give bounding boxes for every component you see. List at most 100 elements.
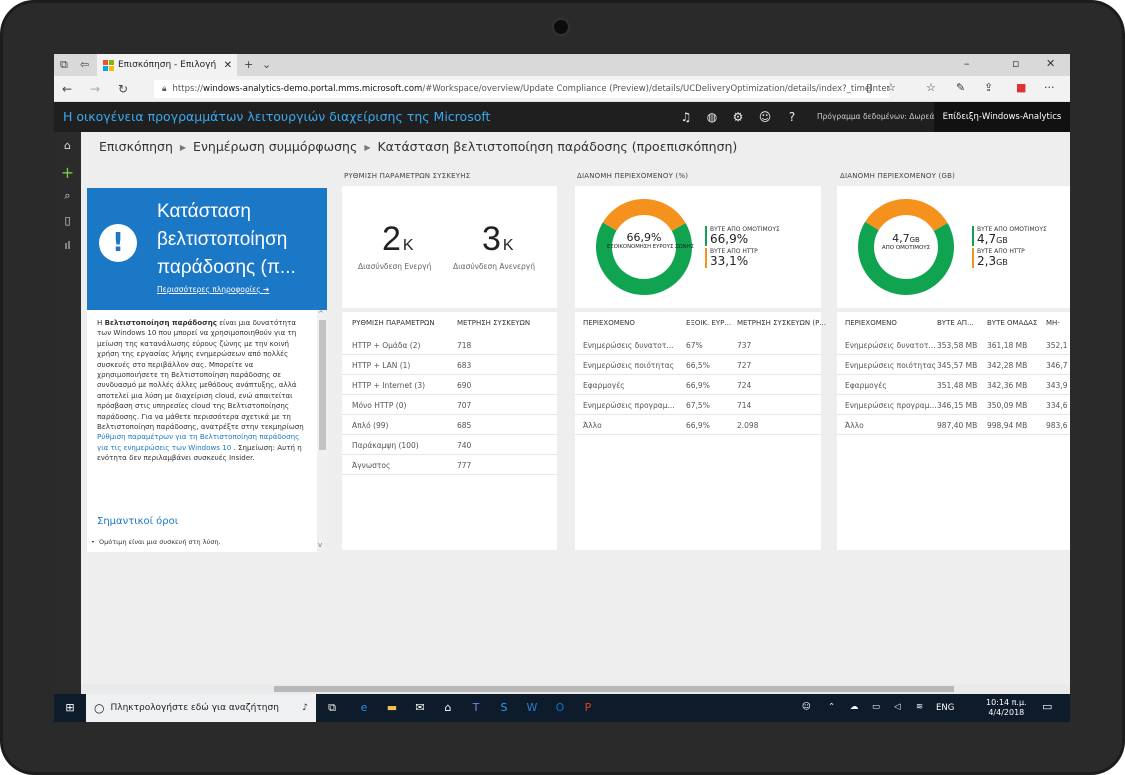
pct-tile[interactable]: 66,9% ΕΞΟΙΚΟΝΟΜΗΣΗ ΕΥΡΟΥΣ ΖΩΝΗΣ ΒΥΤΕ ΑΠΟ…	[575, 186, 821, 308]
microphone-icon[interactable]: ♪	[302, 703, 308, 713]
horizontal-scrollbar-thumb[interactable]	[274, 686, 954, 692]
restore-button[interactable]: ▫	[1012, 57, 1019, 70]
table-row[interactable]: Μόνο HTTP (0) 707	[342, 396, 557, 415]
table-row[interactable]: Απλό (99) 685	[342, 416, 557, 435]
table-row[interactable]: Άγνωστος 777	[342, 456, 557, 475]
favorites-hub-icon[interactable]: ☆	[926, 81, 936, 94]
overview-tile[interactable]: ! Κατάσταση βελτιστοποίηση παράδοσης (π.…	[87, 188, 327, 310]
tray-chevron-icon[interactable]: ⌃	[828, 702, 835, 712]
word-icon[interactable]: W	[524, 701, 540, 714]
store-icon[interactable]: ⌂	[440, 701, 456, 714]
table-row[interactable]: Ενημερώσεις ποιότητας 66,5% 727	[575, 356, 821, 375]
cell-count: 727	[737, 361, 752, 370]
refresh-icon[interactable]: ↻	[118, 82, 128, 96]
table-row[interactable]: Άλλο 987,40 MB 998,94 MB 983,6	[837, 416, 1070, 435]
help-icon[interactable]: ?	[785, 110, 799, 124]
skype-icon[interactable]: S	[496, 701, 512, 714]
url-field[interactable]: 🔒︎ https://windows-analytics-demo.portal…	[154, 80, 889, 98]
extension-icon[interactable]: ■	[1016, 81, 1026, 94]
favorite-star-icon[interactable]: ☆	[886, 81, 896, 94]
tab-active[interactable]: Επισκόπηση - Επιλογή ✕	[97, 54, 237, 76]
powerpoint-icon[interactable]: P	[580, 701, 596, 714]
teams-icon[interactable]: T	[468, 701, 484, 714]
table-row[interactable]: HTTP + Ομάδα (2) 718	[342, 336, 557, 355]
col-bytes-peers[interactable]: ΒΥΤΕ ΑΠ...	[937, 319, 974, 327]
share-icon[interactable]: ⇪	[984, 81, 993, 94]
more-info-link[interactable]: Περισσότερες πληροφορίες ➔	[157, 285, 269, 294]
smiley-icon[interactable]: ☺	[758, 110, 772, 124]
settings-icon[interactable]: ⚙	[731, 110, 745, 124]
action-center-icon[interactable]: ▭	[1042, 700, 1052, 713]
description-scrollbar[interactable]: ^ v	[317, 310, 327, 552]
table-row[interactable]: Εφαρμογές 351,48 MB 342,36 MB 343,9	[837, 376, 1070, 395]
cell-count: 690	[457, 381, 472, 390]
globe-icon[interactable]: ◍	[705, 110, 719, 124]
table-row[interactable]: Άλλο 66,9% 2.098	[575, 416, 821, 435]
edge-icon[interactable]: e	[356, 701, 372, 714]
mail-icon[interactable]: ✉	[412, 701, 428, 714]
forward-icon[interactable]: →	[90, 82, 100, 96]
search-icon[interactable]: ⌕	[54, 189, 81, 203]
cell-c: 983,6	[1046, 421, 1068, 430]
table-row[interactable]: Ενημερώσεις προγραμ... 346,15 MB 350,09 MB…	[837, 396, 1070, 415]
gb-tile[interactable]: 4,7GB ΑΠΟ ΟΜΟΤΙΜΟΥΣ ΒΥΤΕ ΑΠΟ ΟΜΟΤΙΜΟΥΣ 4,…	[837, 186, 1070, 308]
solutions-icon[interactable]: ▯	[54, 214, 81, 227]
more-icon[interactable]: ···	[1044, 81, 1055, 94]
tenant-name[interactable]: Επίδειξη-Windows-Analytics	[934, 102, 1070, 132]
back-icon[interactable]: ←	[62, 82, 72, 96]
windows-start-icon[interactable]: ⊞	[62, 701, 78, 714]
people-icon[interactable]: ☺	[802, 702, 811, 712]
file-explorer-icon[interactable]: ▬	[384, 701, 400, 714]
col-bytes-group[interactable]: ΒΥΤΕ ΟΜΑΔΑΣ	[987, 319, 1037, 327]
col-content-gb[interactable]: ΠΕΡΙΕΧΟΜΕΝΟ	[845, 319, 897, 327]
onedrive-icon[interactable]: ☁	[850, 702, 859, 712]
close-window-button[interactable]: ✕	[1046, 57, 1055, 70]
portal-title[interactable]: Η οικογένεια προγραμμάτων λειτουργιών δι…	[63, 109, 490, 124]
col-device-count-pct[interactable]: ΜΕΤΡΗΣΗ ΣΥΣΚΕΥΩΝ (Ρ...	[737, 319, 826, 327]
tab-list-icon[interactable]: ⧉	[60, 58, 68, 72]
table-row[interactable]: HTTP + Internet (3) 690	[342, 376, 557, 395]
clock[interactable]: 10:14 π.μ. 4/4/2018	[986, 698, 1027, 718]
cell-name: HTTP + LAN (1)	[352, 361, 411, 370]
col-content[interactable]: ΠΕΡΙΕΧΟΜΕΝΟ	[583, 319, 635, 327]
table-row[interactable]: Ενημερώσεις ποιότητας 345,57 MB 342,28 MB 3…	[837, 356, 1070, 375]
close-tab-icon[interactable]: ✕	[224, 60, 232, 71]
task-view-icon[interactable]: ⧉	[324, 701, 340, 715]
col-device-count[interactable]: ΜΕΤΡΗΣΗ ΣΥΣΚΕΥΩΝ	[457, 319, 530, 327]
col-config[interactable]: ΡΥΘΜΙΣΗ ΠΑΡΑΜΕΤΡΩΝ	[352, 319, 435, 327]
set-aside-tabs-icon[interactable]: ⇦	[80, 58, 89, 71]
table-row[interactable]: Ενημερώσεις δυνατοτ... 67% 737	[575, 336, 821, 355]
outlook-icon[interactable]: O	[552, 701, 568, 714]
cell-count: 724	[737, 381, 752, 390]
breadcrumb-update-compliance[interactable]: Ενημέρωση συμμόρφωσης	[193, 139, 357, 154]
cell-name: Εφαρμογές	[583, 381, 625, 390]
home-icon[interactable]: ⌂	[54, 139, 81, 152]
volume-icon[interactable]: ◁	[894, 702, 901, 712]
horizontal-scrollbar[interactable]	[81, 684, 1070, 694]
cell-count: 737	[737, 341, 752, 350]
col-non[interactable]: ΜΗ-	[1046, 319, 1060, 327]
taskbar-search[interactable]: ○ Πληκτρολογήστε εδώ για αναζήτηση ♪	[86, 694, 316, 722]
network-icon[interactable]: ≋	[916, 702, 923, 712]
analytics-icon[interactable]: ıl	[54, 239, 81, 252]
language[interactable]: ENG	[936, 703, 954, 713]
chevron-down-icon[interactable]: ⌄	[262, 58, 271, 71]
new-tab-icon[interactable]: +	[244, 58, 253, 71]
minimize-button[interactable]: –	[964, 57, 970, 70]
table-row[interactable]: HTTP + LAN (1) 683	[342, 356, 557, 375]
col-savings[interactable]: ΕΞΟΙΚ. ΕΥΡ...	[686, 319, 731, 327]
table-row[interactable]: Εφαρμογές 66,9% 724	[575, 376, 821, 395]
table-row[interactable]: Παράκαμψη (100) 740	[342, 436, 557, 455]
battery-icon[interactable]: ▭	[872, 702, 880, 712]
tile-title: Κατάσταση βελτιστοποίηση παράδοσης (π...	[157, 201, 296, 278]
reading-view-icon[interactable]: ▯	[866, 81, 872, 94]
breadcrumb-overview[interactable]: Επισκόπηση	[99, 139, 173, 154]
table-row[interactable]: Ενημερώσεις προγραμ... 67,5% 714	[575, 396, 821, 415]
notifications-icon[interactable]: ♫	[679, 110, 693, 124]
pen-icon[interactable]: ✎	[956, 81, 965, 94]
scrollbar-thumb[interactable]	[319, 320, 326, 450]
config-tile[interactable]: 2Κ Διασύνδεση Ενεργή 3Κ Διασύνδεση Ανενε…	[342, 186, 557, 308]
data-plan: Πρόγραμμα δεδομένων: Δωρεάν	[817, 112, 939, 121]
table-row[interactable]: Ενημερώσεις δυνατοτ... 353,58 MB 361,18 MB…	[837, 336, 1070, 355]
add-icon[interactable]: +	[54, 163, 81, 182]
